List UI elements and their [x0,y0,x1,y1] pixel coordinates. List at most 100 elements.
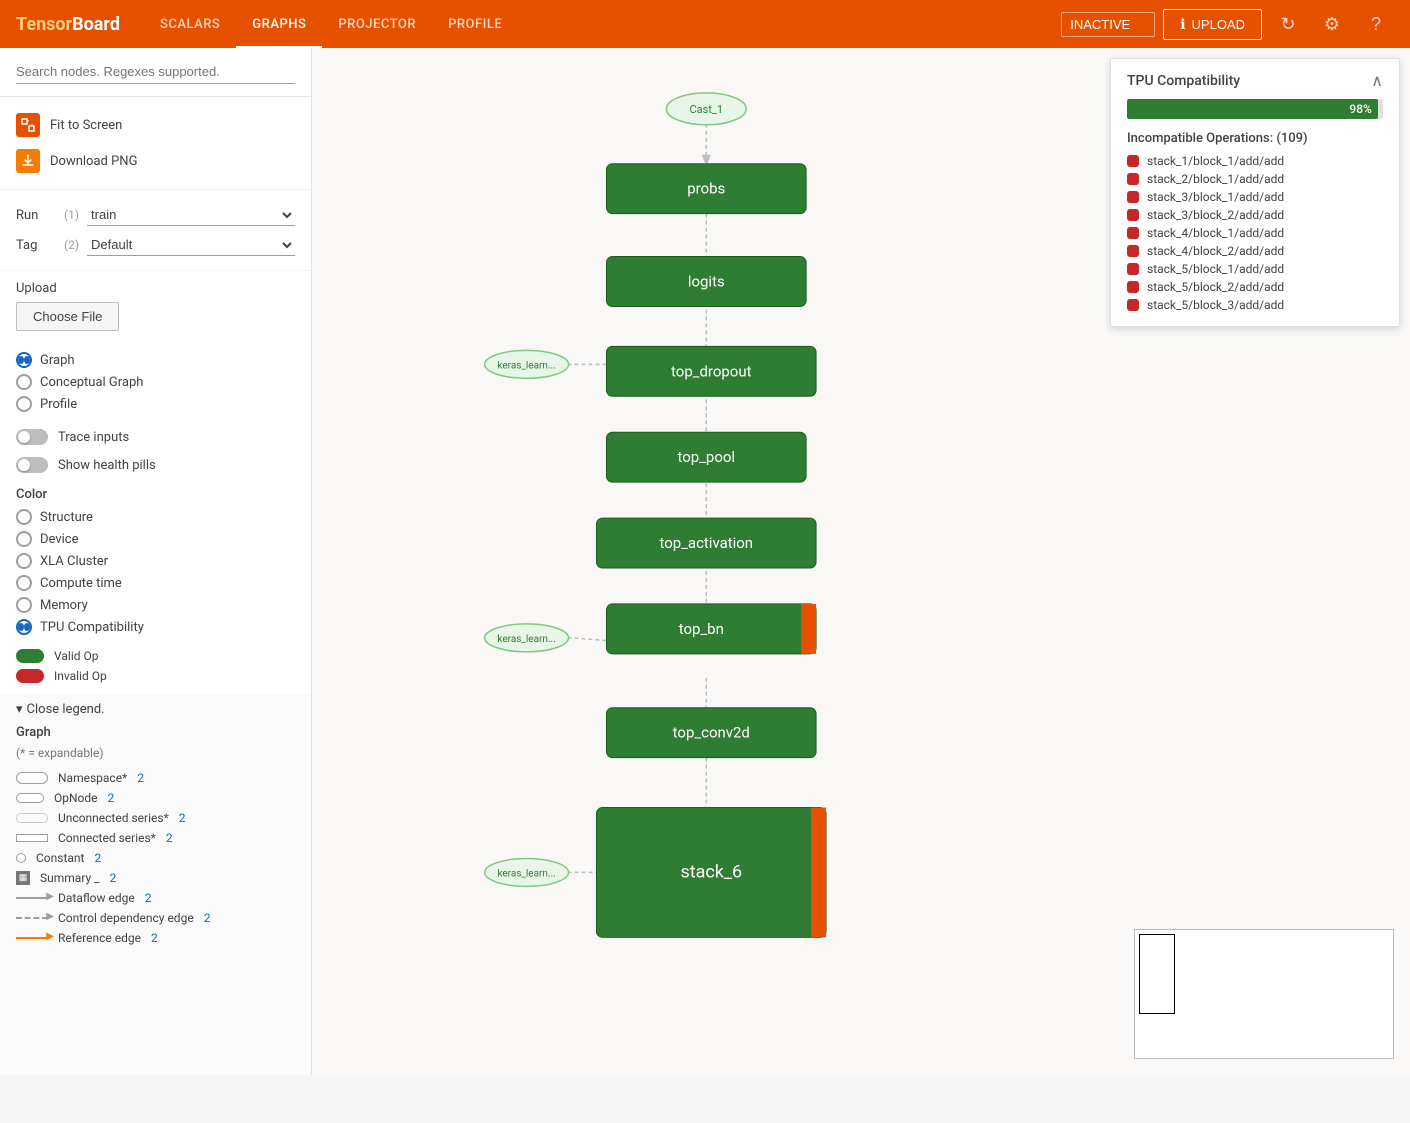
tag-count: (2) [64,238,79,252]
nav-graphs[interactable]: GRAPHS [236,0,322,48]
legend-unconnected-link[interactable]: 2 [179,811,186,825]
tpu-header: TPU Compatibility ∧ [1111,59,1399,99]
valid-op-pill [16,649,44,663]
color-device[interactable]: Device [16,528,295,550]
tpu-item-label: stack_5/block_3/add/add [1147,298,1284,312]
minimap[interactable] [1134,929,1394,1059]
tag-label: Tag [16,238,56,253]
legend-unconnected: Unconnected series* 2 [16,808,295,828]
tpu-item-label: stack_3/block_1/add/add [1147,190,1284,204]
legend-reference-label: Reference edge [58,931,141,945]
color-compute-time[interactable]: Compute time [16,572,295,594]
color-xla-circle [16,553,32,569]
svg-text:probs: probs [687,180,725,198]
help-button[interactable]: ? [1358,6,1394,42]
legend-summary-label: Summary _ [40,871,100,885]
tpu-dot [1127,209,1139,221]
color-memory[interactable]: Memory [16,594,295,616]
radio-conceptual-graph[interactable]: Conceptual Graph [16,371,295,393]
radio-graph[interactable]: Graph [16,349,295,371]
tpu-close-button[interactable]: ∧ [1371,71,1383,91]
fit-to-screen-action[interactable]: Fit to Screen [16,107,295,143]
trace-inputs-toggle[interactable] [16,429,48,445]
color-compute-label: Compute time [40,576,122,591]
svg-text:stack_6: stack_6 [680,861,742,882]
refresh-button[interactable]: ↻ [1270,6,1306,42]
legend-namespace-link[interactable]: 2 [137,771,144,785]
legend-reference: Reference edge 2 [16,928,295,948]
tpu-item: stack_4/block_2/add/add [1127,242,1383,260]
legend-reference-link[interactable]: 2 [151,931,158,945]
namespace-shape [16,772,48,784]
legend-control-label: Control dependency edge [58,911,194,925]
choose-file-button[interactable]: Choose File [16,302,119,331]
search-input[interactable] [16,60,295,84]
tpu-item: stack_3/block_2/add/add [1127,206,1383,224]
radio-profile[interactable]: Profile [16,393,295,415]
legend-opnode-link[interactable]: 2 [108,791,115,805]
trace-inputs-row: Trace inputs [0,423,311,451]
legend-namespace-label: Namespace* [58,771,127,785]
upload-button[interactable]: ℹ UPLOAD [1163,9,1262,40]
legend-dataflow-link[interactable]: 2 [145,891,152,905]
legend-control: Control dependency edge 2 [16,908,295,928]
svg-text:keras_learn...: keras_learn... [497,634,555,645]
tpu-item-label: stack_1/block_1/add/add [1147,154,1284,168]
legend-opnode: OpNode 2 [16,788,295,808]
settings-button[interactable]: ⚙ [1314,6,1350,42]
color-section: Color Structure Device XLA Cluster Compu… [0,479,311,694]
run-row: Run (1) train [16,200,295,230]
download-png-action[interactable]: Download PNG [16,143,295,179]
valid-op-label: Valid Op [54,649,98,663]
color-tpu-compat[interactable]: TPU Compatibility [16,616,295,638]
invalid-op-pill [16,669,44,683]
tpu-title: TPU Compatibility [1127,73,1240,89]
legend-control-link[interactable]: 2 [204,911,211,925]
color-structure[interactable]: Structure [16,506,295,528]
status-select[interactable]: INACTIVE ACTIVE [1061,12,1155,37]
legend-summary-link[interactable]: 2 [110,871,117,885]
control-shape [16,917,48,919]
color-label: Color [16,487,295,502]
tpu-dot [1127,155,1139,167]
svg-text:top_activation: top_activation [659,534,753,552]
legend-constant-label: Constant [36,851,84,865]
radio-graph-circle [16,352,32,368]
topnav: TensorBoard SCALARS GRAPHS PROJECTOR PRO… [0,0,1410,48]
radio-conceptual-circle [16,374,32,390]
svg-text:top_dropout: top_dropout [671,362,752,380]
svg-text:top_conv2d: top_conv2d [673,724,750,742]
tag-select[interactable]: Default [87,234,295,256]
run-select[interactable]: train [87,204,295,226]
tpu-item-label: stack_3/block_2/add/add [1147,208,1284,222]
tpu-item-label: stack_2/block_1/add/add [1147,172,1284,186]
graph-area[interactable]: Cast_1 probs logits keras_learn... top_d… [312,48,1410,1075]
nav-profile[interactable]: PROFILE [432,0,518,48]
nav-projector[interactable]: PROJECTOR [322,0,432,48]
legend-dataflow-label: Dataflow edge [58,891,135,905]
legend-close[interactable]: ▾ Close legend. [16,702,295,717]
nav-scalars[interactable]: SCALARS [144,0,236,48]
legend-connected: Connected series* 2 [16,828,295,848]
radio-conceptual-label: Conceptual Graph [40,375,143,390]
legend-summary: ▦ Summary _ 2 [16,868,295,888]
legend-constant-link[interactable]: 2 [94,851,101,865]
tpu-dot [1127,281,1139,293]
fit-icon [16,113,40,137]
show-health-pills-toggle[interactable] [16,457,48,473]
legend-connected-link[interactable]: 2 [166,831,173,845]
radio-graph-label: Graph [40,353,75,368]
tpu-item: stack_5/block_3/add/add [1127,296,1383,314]
svg-text:top_bn: top_bn [679,620,724,638]
nav-links: SCALARS GRAPHS PROJECTOR PROFILE [144,0,518,48]
color-device-circle [16,531,32,547]
valid-op-item: Valid Op [16,646,295,666]
color-xla-cluster[interactable]: XLA Cluster [16,550,295,572]
radio-profile-circle [16,396,32,412]
legend-constant: Constant 2 [16,848,295,868]
tpu-dot [1127,227,1139,239]
tpu-item-label: stack_5/block_1/add/add [1147,262,1284,276]
svg-text:keras_learn...: keras_learn... [497,868,555,879]
svg-text:logits: logits [688,273,725,291]
color-compute-circle [16,575,32,591]
